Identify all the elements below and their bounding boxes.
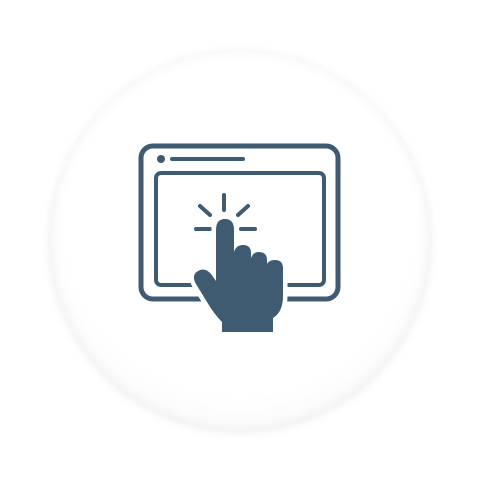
icon-stage xyxy=(0,0,480,480)
tablet-camera-dot xyxy=(157,155,165,163)
tap-ray-upper-right xyxy=(236,204,250,217)
touch-screen-tap-icon xyxy=(138,143,341,337)
tap-ray-upper-left xyxy=(198,204,212,217)
